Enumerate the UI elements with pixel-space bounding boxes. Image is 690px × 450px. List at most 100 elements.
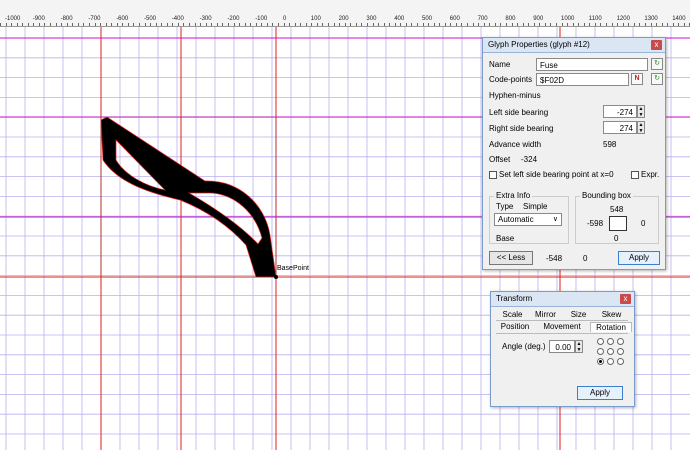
codepoints-field[interactable]: $F02D <box>536 73 629 86</box>
ruler-tick <box>567 23 569 26</box>
ruler-tick <box>494 23 496 26</box>
refresh-name-icon[interactable]: ↻ <box>651 58 663 70</box>
basepoint-label: BasePoint <box>277 265 309 272</box>
ruler-tick <box>189 23 191 26</box>
pivot-radio[interactable] <box>607 338 614 345</box>
ruler-tick <box>139 23 140 26</box>
tab-mirror[interactable]: Mirror <box>529 310 562 319</box>
ruler-tick-label: -800 <box>60 16 73 22</box>
angle-spinner[interactable]: ▲ ▼ <box>575 340 583 353</box>
ruler-tick <box>94 23 96 26</box>
lsb-field[interactable]: -274 <box>603 105 637 118</box>
ruler-tick <box>422 23 424 26</box>
glyph-outline[interactable] <box>100 116 277 278</box>
ruler-tick <box>661 23 663 26</box>
ruler-tick-label: 500 <box>422 16 433 22</box>
tab-skew[interactable]: Skew <box>595 310 628 319</box>
apply-button[interactable]: Apply <box>618 251 660 265</box>
rsb-spinner[interactable]: ▲ ▼ <box>637 121 645 134</box>
ruler-tick <box>561 23 563 26</box>
pivot-radio[interactable] <box>607 348 614 355</box>
angle-field[interactable]: 0.00 <box>549 340 575 353</box>
ruler-tick <box>61 23 63 26</box>
ruler-tick <box>500 23 502 26</box>
ruler-tick <box>572 23 574 26</box>
ruler-tick <box>622 23 624 26</box>
tab-size[interactable]: Size <box>562 310 595 319</box>
dialog-title: Transform <box>496 294 533 303</box>
ruler-tick <box>489 23 491 26</box>
ruler-tick <box>33 23 35 26</box>
ruler-tick <box>200 23 202 26</box>
pivot-radio[interactable] <box>597 338 604 345</box>
ruler-tick-label: -300 <box>199 16 212 22</box>
type-value: Simple <box>523 202 548 211</box>
ruler-tick <box>244 23 246 26</box>
pivot-radio[interactable] <box>597 358 604 365</box>
pivot-radio[interactable] <box>597 348 604 355</box>
ruler-tick <box>328 23 330 26</box>
ruler-tick <box>467 23 469 26</box>
tab-movement[interactable]: Movement <box>538 322 586 331</box>
ruler-tick <box>339 23 341 26</box>
ruler-tick <box>272 23 274 26</box>
ruler-tick-label: -400 <box>171 16 184 22</box>
ruler-tick <box>683 23 685 26</box>
pivot-selector[interactable] <box>597 338 627 368</box>
ruler-tick <box>394 23 396 26</box>
tab-position[interactable]: Position <box>496 322 534 331</box>
ruler-tick <box>450 23 452 26</box>
ruler-tick-label: 1300 <box>644 16 658 22</box>
codepoints-label: Code-points <box>489 75 533 84</box>
ruler-tick-label: 1400 <box>672 16 686 22</box>
dialog-title: Glyph Properties (glyph #12) <box>488 40 590 49</box>
ruler-tick <box>505 23 507 26</box>
ruler-tick <box>678 23 680 26</box>
ruler-tick <box>155 23 157 26</box>
set-lsb-checkbox[interactable] <box>489 171 497 179</box>
ruler-tick <box>300 23 302 26</box>
expr-checkbox[interactable] <box>631 171 639 179</box>
pivot-radio[interactable] <box>617 348 624 355</box>
pivot-radio[interactable] <box>607 358 614 365</box>
apply-button[interactable]: Apply <box>577 386 623 400</box>
pivot-radio[interactable] <box>617 358 624 365</box>
lsb-spinner[interactable]: ▲ ▼ <box>637 105 645 118</box>
ruler-tick-label: 600 <box>449 16 460 22</box>
ruler-tick-label: -700 <box>88 16 101 22</box>
pivot-radio[interactable] <box>617 338 624 345</box>
dialog-title-bar[interactable]: Transform x <box>491 292 634 307</box>
ruler-tick <box>233 23 235 26</box>
ruler-tick <box>166 23 168 26</box>
ruler-tick <box>472 23 474 26</box>
ruler-tick <box>116 23 118 26</box>
ruler-tick <box>316 23 318 26</box>
ruler-tick-label: 900 <box>533 16 544 22</box>
ruler-tick <box>11 23 13 26</box>
chevron-down-icon: ∨ <box>552 216 558 223</box>
horizontal-ruler[interactable]: -1000 -900 -800 -700 -600 -500 -400 -300 -200 -10… <box>0 0 690 27</box>
tab-rotation[interactable]: Rotation <box>590 322 632 332</box>
refresh-codepoint-icon[interactable]: ↻ <box>651 73 663 85</box>
ruler-tick <box>539 23 541 26</box>
ruler-tick <box>255 23 257 26</box>
dialog-title-bar[interactable]: Glyph Properties (glyph #12) x <box>483 38 665 53</box>
ruler-tick <box>433 23 435 26</box>
rsb-field[interactable]: 274 <box>603 121 637 134</box>
ruler-tick-label: 1100 <box>588 16 602 22</box>
close-button[interactable]: x <box>620 294 631 304</box>
close-button[interactable]: x <box>651 40 662 50</box>
name-field[interactable]: Fuse <box>536 58 648 71</box>
ruler-tick <box>294 23 296 26</box>
tab-scale[interactable]: Scale <box>496 310 529 319</box>
less-button[interactable]: << Less <box>489 251 533 265</box>
ruler-tick <box>222 23 224 26</box>
base-label: Base <box>496 234 515 243</box>
unicode-picker-icon[interactable]: N <box>631 73 643 85</box>
ruler-tick <box>227 23 229 26</box>
glyph-class-dropdown[interactable]: Automatic ∨ <box>494 213 562 226</box>
ruler-tick <box>511 23 513 26</box>
extra-info-title: Extra Info <box>494 191 533 200</box>
basepoint-marker[interactable] <box>274 275 278 279</box>
ruler-tick <box>639 23 641 26</box>
